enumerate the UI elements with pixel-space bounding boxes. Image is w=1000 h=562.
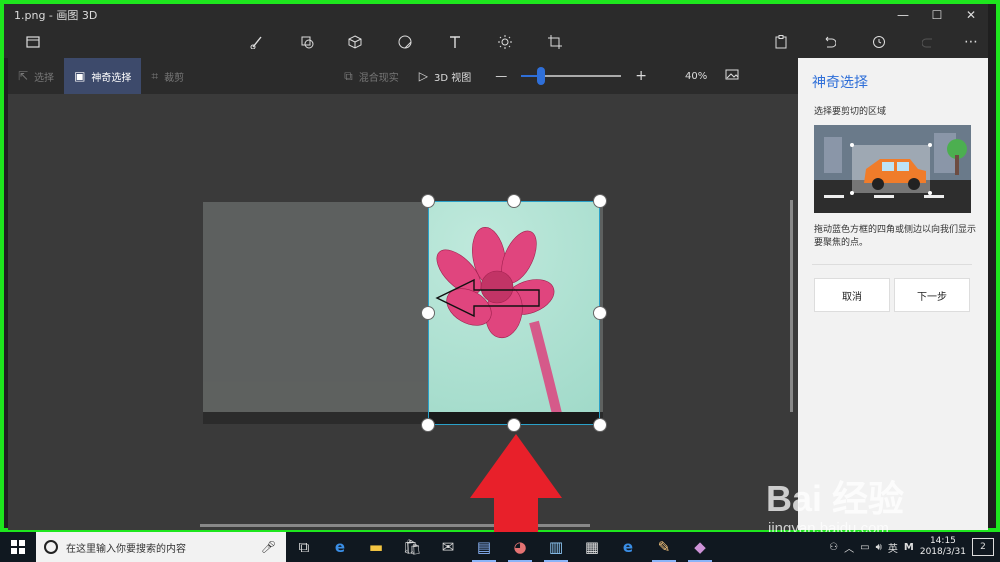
windows-icon [11,540,25,554]
minimize-button[interactable]: — [886,4,920,26]
mail-icon[interactable]: ✉︎ [430,532,466,562]
maximize-button[interactable]: ☐ [920,4,954,26]
cancel-button[interactable]: 取消 [814,278,890,312]
network-app-icon[interactable]: ▤ [466,532,502,562]
clock-date: 2018/3/31 [919,547,966,557]
ime-mode[interactable]: M [904,542,914,553]
zoom-slider-thumb[interactable] [537,67,546,85]
edge-icon[interactable]: e [322,532,358,562]
crop-label: 裁剪 [164,72,185,84]
notification-count: 2 [980,542,986,552]
zoom-slider[interactable] [521,67,622,85]
crop-icon: ⌗ [151,68,159,83]
task-view-icon[interactable]: ⧉ [286,532,322,562]
vertical-scrollbar[interactable] [790,200,793,412]
taskbar: 在这里输入你要搜索的内容 🎤︎ ⧉ e ▬ 🛍︎ ✉︎ ▤ ◕ ▥ ▦ e ✎ … [0,532,1000,562]
view3d-label: 3D 视图 [433,72,472,84]
notepad-app-icon[interactable]: ▥ [538,532,574,562]
panel-subtitle: 选择要剪切的区域 [814,107,887,117]
menu-icon[interactable] [22,32,44,52]
panel-divider [812,264,972,265]
handle-bottom-left[interactable] [421,418,435,432]
handle-left[interactable] [421,306,435,320]
cursor-icon: ⇱ [18,69,29,83]
view3d-toggle[interactable]: ▷ 3D 视图 [409,58,481,94]
undo-icon[interactable] [818,32,840,52]
window-title: 1.png - 画图 3D [14,9,98,22]
image-view-icon[interactable] [725,68,739,85]
clock[interactable]: 14:15 2018/3/31 [920,536,966,558]
taskbar-search[interactable]: 在这里输入你要搜索的内容 🎤︎ [36,532,286,562]
effects-icon[interactable] [494,32,516,52]
panel-description: 拖动蓝色方框的四角或侧边以向我们显示要聚焦的点。 [814,225,977,248]
panel-title: 神奇选择 [812,75,868,91]
zoom-out-button[interactable]: — [495,69,507,83]
paint-app-icon[interactable]: ◕ [502,532,538,562]
canvas-icon[interactable] [544,32,566,52]
magic-select-icon: ▣ [74,69,86,83]
title-bar: 1.png - 画图 3D — ☐ ✕ [4,4,988,26]
mixed-reality-label: 混合现实 [358,72,399,84]
handle-top-left[interactable] [421,194,435,208]
store-icon[interactable]: 🛍︎ [394,532,430,562]
crop-tool[interactable]: ⌗ 裁剪 [141,58,194,94]
mixed-reality-icon: ⧉ [344,68,353,83]
select-label: 选择 [34,72,55,84]
select-tool[interactable]: ⇱ 选择 [8,58,64,94]
zoom-control: — + 40% [495,67,739,85]
main-toolbar: ⋯ [4,26,988,58]
stickers-icon[interactable] [394,32,416,52]
ime-label[interactable]: 英 [888,540,898,555]
text-icon[interactable] [444,32,466,52]
edge-browser-icon[interactable]: e [610,532,646,562]
redo-icon [918,32,940,52]
magic-select-label: 神奇选择 [91,72,132,84]
people-icon[interactable]: ⚇ [829,542,838,553]
handle-bottom-right[interactable] [593,418,607,432]
2d-shapes-icon[interactable] [296,32,318,52]
more-icon[interactable]: ⋯ [960,32,982,52]
paint-brush-icon[interactable]: ✎ [646,532,682,562]
flower-image [435,227,564,424]
notification-center-button[interactable]: 2 [972,538,994,556]
handle-right[interactable] [593,306,607,320]
start-button[interactable] [0,532,36,562]
handle-top-right[interactable] [593,194,607,208]
drawing-canvas[interactable] [8,94,798,530]
magic-select-tool[interactable]: ▣ 神奇选择 [64,58,142,94]
clock-time: 14:15 [929,536,956,547]
zoom-in-button[interactable]: + [635,68,647,84]
close-button[interactable]: ✕ [954,4,988,26]
car-illustration [814,125,971,213]
paint3d-icon[interactable]: ◆ [682,532,718,562]
calculator-icon[interactable]: ▦ [574,532,610,562]
paste-icon[interactable] [770,32,792,52]
zoom-level: 40% [684,70,708,82]
microphone-icon[interactable]: 🎤︎ [261,540,276,554]
handle-bottom[interactable] [507,418,521,432]
cortana-icon [44,540,58,554]
watermark-brand: Bai 经验 [766,478,905,519]
file-explorer-icon[interactable]: ▬ [358,532,394,562]
next-button[interactable]: 下一步 [894,278,970,312]
chevron-up-icon[interactable]: ︿ [844,540,854,555]
selection-box[interactable] [428,201,600,425]
volume-icon[interactable]: 🔊︎ [876,542,882,553]
baidu-watermark: Bai 经验 jingyan.baidu.com [766,454,986,544]
command-bar: ⇱ 选择 ▣ 神奇选择 ⌗ 裁剪 ⧉ 混合现实 ▷ 3D 视图 — + 40% [8,58,798,94]
system-tray: ⚇ ︿ ▭ 🔊︎ 英 M 14:15 2018/3/31 2 [829,536,1000,558]
search-placeholder: 在这里输入你要搜索的内容 [66,543,186,555]
handle-top[interactable] [507,194,521,208]
brush-icon[interactable] [246,32,268,52]
history-icon[interactable] [868,32,890,52]
mixed-reality-tool[interactable]: ⧉ 混合现实 [334,58,409,94]
view3d-icon: ▷ [418,69,428,83]
network-icon[interactable]: ▭ [860,542,869,553]
3d-shapes-icon[interactable] [344,32,366,52]
